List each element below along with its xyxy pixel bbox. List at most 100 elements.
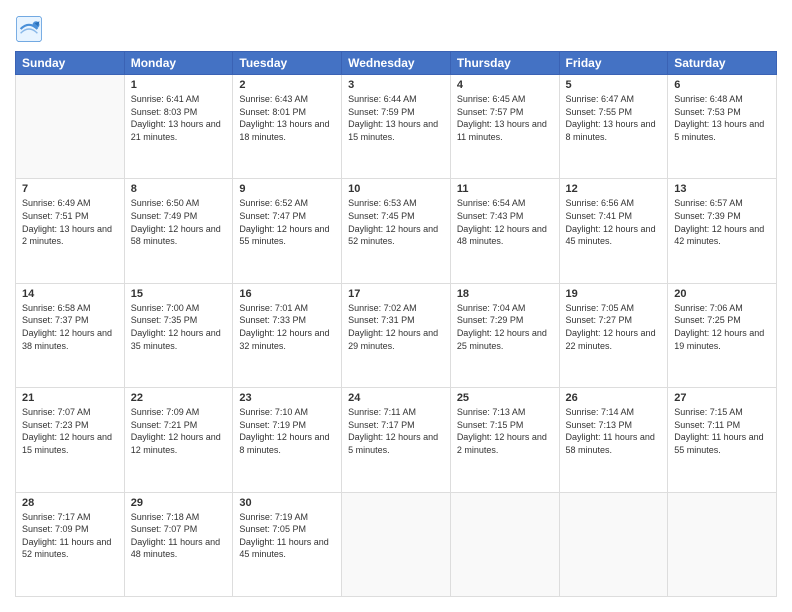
day-info: Sunrise: 7:09 AM Sunset: 7:21 PM Dayligh… bbox=[131, 406, 227, 456]
day-header-friday: Friday bbox=[559, 52, 668, 75]
sunrise-text: Sunrise: 6:50 AM bbox=[131, 198, 200, 208]
calendar-cell: 24 Sunrise: 7:11 AM Sunset: 7:17 PM Dayl… bbox=[342, 388, 451, 492]
day-number: 7 bbox=[22, 183, 118, 195]
daylight-text: Daylight: 12 hours and 55 minutes. bbox=[239, 224, 329, 247]
day-info: Sunrise: 7:11 AM Sunset: 7:17 PM Dayligh… bbox=[348, 406, 444, 456]
day-number: 19 bbox=[566, 288, 662, 300]
sunset-text: Sunset: 7:09 PM bbox=[22, 524, 89, 534]
daylight-text: Daylight: 13 hours and 8 minutes. bbox=[566, 119, 656, 142]
day-info: Sunrise: 6:41 AM Sunset: 8:03 PM Dayligh… bbox=[131, 93, 227, 143]
day-number: 22 bbox=[131, 392, 227, 404]
day-number: 24 bbox=[348, 392, 444, 404]
daylight-text: Daylight: 12 hours and 58 minutes. bbox=[131, 224, 221, 247]
calendar-cell: 6 Sunrise: 6:48 AM Sunset: 7:53 PM Dayli… bbox=[668, 75, 777, 179]
day-number: 18 bbox=[457, 288, 553, 300]
sunrise-text: Sunrise: 7:15 AM bbox=[674, 407, 743, 417]
day-info: Sunrise: 7:06 AM Sunset: 7:25 PM Dayligh… bbox=[674, 302, 770, 352]
sunrise-text: Sunrise: 7:05 AM bbox=[566, 303, 635, 313]
daylight-text: Daylight: 13 hours and 11 minutes. bbox=[457, 119, 547, 142]
calendar-cell bbox=[16, 75, 125, 179]
sunrise-text: Sunrise: 6:54 AM bbox=[457, 198, 526, 208]
day-number: 5 bbox=[566, 79, 662, 91]
day-number: 16 bbox=[239, 288, 335, 300]
day-number: 12 bbox=[566, 183, 662, 195]
daylight-text: Daylight: 11 hours and 58 minutes. bbox=[566, 432, 655, 455]
sunrise-text: Sunrise: 7:19 AM bbox=[239, 512, 308, 522]
sunset-text: Sunset: 7:19 PM bbox=[239, 420, 306, 430]
daylight-text: Daylight: 12 hours and 8 minutes. bbox=[239, 432, 329, 455]
calendar-cell bbox=[559, 492, 668, 596]
sunrise-text: Sunrise: 6:41 AM bbox=[131, 94, 200, 104]
day-info: Sunrise: 6:58 AM Sunset: 7:37 PM Dayligh… bbox=[22, 302, 118, 352]
calendar-cell: 4 Sunrise: 6:45 AM Sunset: 7:57 PM Dayli… bbox=[450, 75, 559, 179]
day-number: 27 bbox=[674, 392, 770, 404]
daylight-text: Daylight: 13 hours and 15 minutes. bbox=[348, 119, 438, 142]
day-number: 28 bbox=[22, 497, 118, 509]
daylight-text: Daylight: 13 hours and 18 minutes. bbox=[239, 119, 329, 142]
calendar-cell: 8 Sunrise: 6:50 AM Sunset: 7:49 PM Dayli… bbox=[124, 179, 233, 283]
daylight-text: Daylight: 11 hours and 55 minutes. bbox=[674, 432, 763, 455]
day-number: 1 bbox=[131, 79, 227, 91]
calendar-cell: 7 Sunrise: 6:49 AM Sunset: 7:51 PM Dayli… bbox=[16, 179, 125, 283]
calendar-cell: 22 Sunrise: 7:09 AM Sunset: 7:21 PM Dayl… bbox=[124, 388, 233, 492]
day-info: Sunrise: 6:48 AM Sunset: 7:53 PM Dayligh… bbox=[674, 93, 770, 143]
calendar-cell: 3 Sunrise: 6:44 AM Sunset: 7:59 PM Dayli… bbox=[342, 75, 451, 179]
sunrise-text: Sunrise: 6:47 AM bbox=[566, 94, 635, 104]
sunrise-text: Sunrise: 7:00 AM bbox=[131, 303, 200, 313]
daylight-text: Daylight: 12 hours and 32 minutes. bbox=[239, 328, 329, 351]
calendar-cell: 13 Sunrise: 6:57 AM Sunset: 7:39 PM Dayl… bbox=[668, 179, 777, 283]
calendar-cell: 23 Sunrise: 7:10 AM Sunset: 7:19 PM Dayl… bbox=[233, 388, 342, 492]
calendar-cell: 10 Sunrise: 6:53 AM Sunset: 7:45 PM Dayl… bbox=[342, 179, 451, 283]
calendar-cell: 30 Sunrise: 7:19 AM Sunset: 7:05 PM Dayl… bbox=[233, 492, 342, 596]
day-info: Sunrise: 6:54 AM Sunset: 7:43 PM Dayligh… bbox=[457, 197, 553, 247]
day-info: Sunrise: 6:56 AM Sunset: 7:41 PM Dayligh… bbox=[566, 197, 662, 247]
day-number: 3 bbox=[348, 79, 444, 91]
calendar-cell: 17 Sunrise: 7:02 AM Sunset: 7:31 PM Dayl… bbox=[342, 283, 451, 387]
calendar-cell: 9 Sunrise: 6:52 AM Sunset: 7:47 PM Dayli… bbox=[233, 179, 342, 283]
day-info: Sunrise: 7:10 AM Sunset: 7:19 PM Dayligh… bbox=[239, 406, 335, 456]
page: SundayMondayTuesdayWednesdayThursdayFrid… bbox=[0, 0, 792, 612]
calendar-cell: 2 Sunrise: 6:43 AM Sunset: 8:01 PM Dayli… bbox=[233, 75, 342, 179]
sunrise-text: Sunrise: 7:02 AM bbox=[348, 303, 417, 313]
sunset-text: Sunset: 7:15 PM bbox=[457, 420, 524, 430]
daylight-text: Daylight: 12 hours and 2 minutes. bbox=[457, 432, 547, 455]
week-row-2: 14 Sunrise: 6:58 AM Sunset: 7:37 PM Dayl… bbox=[16, 283, 777, 387]
calendar-cell: 20 Sunrise: 7:06 AM Sunset: 7:25 PM Dayl… bbox=[668, 283, 777, 387]
sunset-text: Sunset: 7:37 PM bbox=[22, 315, 89, 325]
calendar-cell: 1 Sunrise: 6:41 AM Sunset: 8:03 PM Dayli… bbox=[124, 75, 233, 179]
day-number: 9 bbox=[239, 183, 335, 195]
day-info: Sunrise: 6:47 AM Sunset: 7:55 PM Dayligh… bbox=[566, 93, 662, 143]
calendar-cell: 19 Sunrise: 7:05 AM Sunset: 7:27 PM Dayl… bbox=[559, 283, 668, 387]
sunset-text: Sunset: 7:33 PM bbox=[239, 315, 306, 325]
week-row-1: 7 Sunrise: 6:49 AM Sunset: 7:51 PM Dayli… bbox=[16, 179, 777, 283]
day-number: 8 bbox=[131, 183, 227, 195]
day-info: Sunrise: 6:49 AM Sunset: 7:51 PM Dayligh… bbox=[22, 197, 118, 247]
day-info: Sunrise: 6:57 AM Sunset: 7:39 PM Dayligh… bbox=[674, 197, 770, 247]
logo bbox=[15, 15, 45, 43]
calendar-table: SundayMondayTuesdayWednesdayThursdayFrid… bbox=[15, 51, 777, 597]
header-row: SundayMondayTuesdayWednesdayThursdayFrid… bbox=[16, 52, 777, 75]
sunset-text: Sunset: 7:39 PM bbox=[674, 211, 741, 221]
daylight-text: Daylight: 13 hours and 21 minutes. bbox=[131, 119, 221, 142]
daylight-text: Daylight: 12 hours and 15 minutes. bbox=[22, 432, 112, 455]
day-header-saturday: Saturday bbox=[668, 52, 777, 75]
day-number: 25 bbox=[457, 392, 553, 404]
daylight-text: Daylight: 12 hours and 35 minutes. bbox=[131, 328, 221, 351]
day-number: 21 bbox=[22, 392, 118, 404]
calendar-cell: 29 Sunrise: 7:18 AM Sunset: 7:07 PM Dayl… bbox=[124, 492, 233, 596]
calendar-cell: 12 Sunrise: 6:56 AM Sunset: 7:41 PM Dayl… bbox=[559, 179, 668, 283]
day-info: Sunrise: 7:19 AM Sunset: 7:05 PM Dayligh… bbox=[239, 511, 335, 561]
sunset-text: Sunset: 7:27 PM bbox=[566, 315, 633, 325]
sunrise-text: Sunrise: 7:14 AM bbox=[566, 407, 635, 417]
sunset-text: Sunset: 7:23 PM bbox=[22, 420, 89, 430]
daylight-text: Daylight: 12 hours and 19 minutes. bbox=[674, 328, 764, 351]
sunrise-text: Sunrise: 6:57 AM bbox=[674, 198, 743, 208]
daylight-text: Daylight: 12 hours and 42 minutes. bbox=[674, 224, 764, 247]
sunrise-text: Sunrise: 7:07 AM bbox=[22, 407, 91, 417]
day-info: Sunrise: 6:43 AM Sunset: 8:01 PM Dayligh… bbox=[239, 93, 335, 143]
daylight-text: Daylight: 12 hours and 38 minutes. bbox=[22, 328, 112, 351]
calendar-cell bbox=[342, 492, 451, 596]
week-row-0: 1 Sunrise: 6:41 AM Sunset: 8:03 PM Dayli… bbox=[16, 75, 777, 179]
sunset-text: Sunset: 7:47 PM bbox=[239, 211, 306, 221]
calendar-cell: 14 Sunrise: 6:58 AM Sunset: 7:37 PM Dayl… bbox=[16, 283, 125, 387]
